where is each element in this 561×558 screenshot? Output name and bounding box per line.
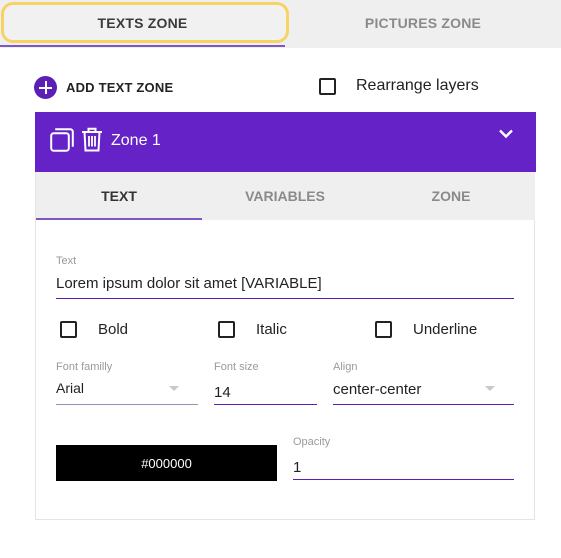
color-value: #000000 [141,455,192,471]
font-size-underline [214,404,317,405]
italic-toggle[interactable]: Italic [218,321,287,338]
text-input[interactable]: Lorem ipsum dolor sit amet [VARIABLE] [56,275,322,292]
main-tab-bar: TEXTS ZONE PICTURES ZONE [0,0,561,48]
opacity-label: Opacity [293,436,331,448]
italic-checkbox[interactable] [218,321,235,338]
opacity-input[interactable]: 1 [293,459,301,476]
bold-label: Bold [98,321,129,338]
chevron-down-icon[interactable] [498,128,514,140]
opacity-underline [293,479,514,480]
italic-label: Italic [256,321,287,338]
align-underline [333,404,514,405]
add-text-zone-label: ADD TEXT ZONE [66,80,174,95]
bold-checkbox[interactable] [60,321,77,338]
zone-header[interactable]: Zone 1 [35,112,536,172]
tab-zone-label: ZONE [431,188,471,204]
zone-tab-active-indicator [36,218,202,220]
text-input-underline [56,298,514,299]
font-family-caret-icon[interactable] [169,386,179,391]
tab-pictures-zone[interactable]: PICTURES ZONE [285,0,561,46]
font-size-input[interactable]: 14 [214,384,231,401]
color-picker-button[interactable]: #000000 [56,445,277,481]
zone-tab-bar: TEXT VARIABLES ZONE [36,172,535,220]
zone-title: Zone 1 [111,132,161,149]
tab-texts-zone[interactable]: TEXTS ZONE [0,0,285,46]
font-size-label: Font size [214,361,259,373]
add-text-zone-button[interactable]: ADD TEXT ZONE [34,76,173,99]
tab-texts-zone-label: TEXTS ZONE [97,15,188,31]
text-field-label: Text [56,255,77,267]
align-select[interactable]: center-center [333,381,421,398]
font-family-underline [56,404,198,405]
tab-active-indicator [0,45,285,47]
underline-label: Underline [413,321,478,338]
underline-toggle[interactable]: Underline [375,321,477,338]
layers-icon[interactable] [50,128,74,152]
align-label: Align [333,361,358,373]
rearrange-layers-checkbox[interactable] [319,77,336,95]
tab-text[interactable]: TEXT [36,172,202,220]
font-family-select[interactable]: Arial [56,380,84,396]
align-caret-icon[interactable] [485,386,495,391]
rearrange-layers-toggle[interactable]: Rearrange layers [319,77,479,95]
tab-zone[interactable]: ZONE [368,172,534,220]
tab-variables-label: VARIABLES [245,188,325,204]
bold-toggle[interactable]: Bold [60,321,128,338]
rearrange-layers-label: Rearrange layers [356,77,479,94]
tab-variables[interactable]: VARIABLES [202,172,368,220]
tab-pictures-zone-label: PICTURES ZONE [364,15,482,31]
font-family-label: Font familly [56,361,113,373]
underline-checkbox[interactable] [375,321,392,338]
tab-text-label: TEXT [101,188,137,204]
trash-icon[interactable] [81,127,103,152]
add-circle-icon [34,76,57,99]
